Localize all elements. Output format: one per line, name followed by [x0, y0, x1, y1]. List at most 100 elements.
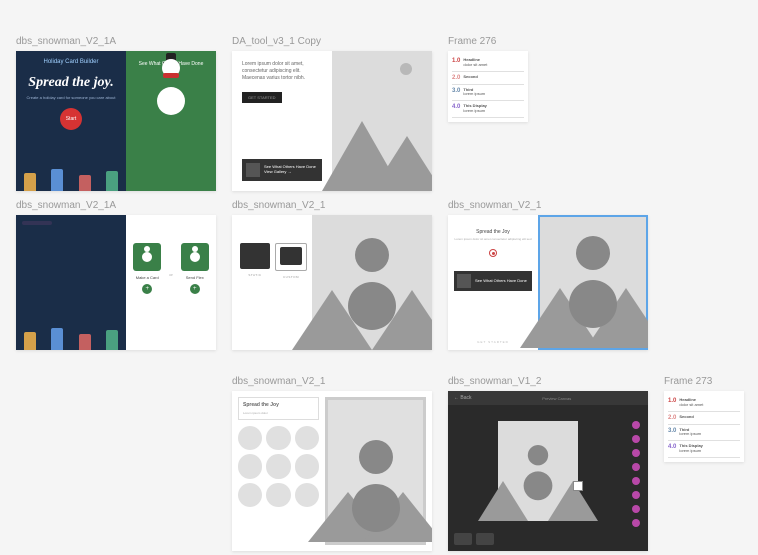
headline: Spread the Joy — [454, 229, 532, 235]
callout-text: See What Others Have Done View Gallery → — [264, 165, 316, 175]
frame-label: Frame 276 — [448, 36, 528, 47]
subtitle: Create a holiday card for someone you ca… — [24, 95, 118, 100]
avatar-placeholder — [295, 426, 319, 450]
frame-thumbnail[interactable]: Lorem ipsum dolor sit amet, consectetur … — [232, 51, 432, 191]
frame-276[interactable]: Frame 276 1.0 Headline dolor sit amet 2.… — [448, 36, 528, 122]
color-dot — [632, 505, 640, 513]
choice-label: Make a Card — [136, 275, 159, 280]
step-number: 1.0 — [668, 398, 676, 404]
back-button: ← Back — [454, 395, 472, 401]
frame-dbs-snowman-v2-1-b[interactable]: dbs_snowman_V2_1 Spread the Joy Lorem ip… — [448, 200, 648, 350]
card-right-panel: See What Others Have Done — [126, 51, 216, 191]
add-icon: + — [190, 284, 200, 294]
card-left-panel: Lorem ipsum dolor sit amet, consectetur … — [232, 51, 332, 191]
step-item: 2.0 Second — [668, 412, 740, 425]
color-dot — [632, 477, 640, 485]
topbar-title: Preview Canvas — [542, 396, 571, 401]
step-number: 3.0 — [668, 428, 676, 434]
frame-273[interactable]: Frame 273 1.0 Headline dolor sit amet 2.… — [664, 376, 744, 462]
figma-canvas[interactable]: dbs_snowman_V2_1A Holiday Card Builder S… — [0, 0, 758, 555]
frame-label: dbs_snowman_V2_1 — [232, 376, 432, 387]
or-divider: or — [169, 272, 173, 277]
color-dots — [632, 421, 640, 527]
step-number: 2.0 — [668, 415, 676, 421]
frame-dbs-snowman-v2-1a[interactable]: dbs_snowman_V2_1A Holiday Card Builder S… — [16, 36, 216, 191]
editor-topbar: ← Back Preview Canvas — [448, 391, 648, 405]
step-sub: lorem ipsum — [463, 92, 485, 97]
step-number: 4.0 — [452, 104, 460, 110]
lorem-text: Lorem ipsum dolor sit amet, consectetur … — [242, 61, 322, 82]
frame-thumbnail[interactable]: 1.0 Headline dolor sit amet 2.0 Second 3… — [448, 51, 528, 122]
frame-thumbnail[interactable]: 1.0 Headline dolor sit amet 2.0 Second 3… — [664, 391, 744, 462]
frame-dbs-snowman-v2-1-a[interactable]: dbs_snowman_V2_1 STATIC CUSTOM — [232, 200, 432, 350]
option-label: STATIC — [248, 273, 261, 277]
gallery-callout: See What Others Have Done View Gallery → — [242, 159, 322, 181]
houses-illustration — [16, 161, 126, 191]
avatar-placeholder — [266, 483, 290, 507]
card-left-panel — [16, 215, 126, 350]
avatar-grid — [238, 426, 319, 507]
choice-label: Send Flex — [186, 275, 204, 280]
step-sub: lorem ipsum — [679, 432, 701, 437]
step-item: 1.0 Headline dolor sit amet — [452, 55, 524, 72]
option-tile — [275, 243, 307, 271]
frame-label: dbs_snowman_V2_1 — [448, 200, 648, 211]
frame-label: Frame 273 — [664, 376, 744, 387]
color-dot — [632, 449, 640, 457]
frame-thumbnail[interactable]: Spread the Joy Lorem ipsum dolor sit ame… — [448, 215, 648, 350]
frame-thumbnail[interactable]: ← Back Preview Canvas — [448, 391, 648, 551]
placeholder-image — [312, 215, 432, 350]
frame-thumbnail[interactable]: Holiday Card Builder Spread the joy. Cre… — [16, 51, 216, 191]
radio-icon — [489, 249, 497, 257]
header-box: Spread the Joy Lorem ipsum dolor — [238, 397, 319, 420]
frame-dbs-snowman-v1-2[interactable]: dbs_snowman_V1_2 ← Back Preview Canvas — [448, 376, 648, 551]
placeholder-image-framed — [325, 397, 426, 545]
step-item: 3.0 Third lorem ipsum — [668, 425, 740, 442]
choice-make-card: Make a Card + — [133, 243, 161, 294]
color-dot — [632, 491, 640, 499]
step-item: 3.0 Third lorem ipsum — [452, 85, 524, 102]
card-right-panel: Make a Card + or Send Flex + — [126, 215, 216, 350]
header-sub: Lorem ipsum dolor — [243, 411, 314, 415]
sun-icon — [400, 63, 412, 75]
snowman-placeholder — [569, 274, 617, 328]
frame-thumbnail[interactable]: Spread the Joy Lorem ipsum dolor — [232, 391, 432, 551]
step-number: 2.0 — [452, 75, 460, 81]
banner-text: Holiday Card Builder — [24, 59, 118, 65]
frame-da-tool-v3-1-copy[interactable]: DA_tool_v3_1 Copy Lorem ipsum dolor sit … — [232, 36, 432, 191]
options-row: STATIC CUSTOM — [240, 243, 304, 279]
steps-list: 1.0 Headline dolor sit amet 2.0 Second 3… — [668, 395, 740, 458]
editor-canvas — [498, 421, 578, 521]
step-sub: lorem ipsum — [463, 109, 487, 114]
step-title: Second — [679, 415, 693, 420]
choice-tile — [181, 243, 209, 271]
frame-label: DA_tool_v3_1 Copy — [232, 36, 432, 47]
frame-thumbnail[interactable]: STATIC CUSTOM — [232, 215, 432, 350]
placeholder-image-selected[interactable] — [538, 215, 648, 350]
color-dot — [632, 435, 640, 443]
header-title: Spread the Joy — [243, 402, 314, 408]
frame-dbs-snowman-v2-1-c[interactable]: dbs_snowman_V2_1 Spread the Joy Lorem ip… — [232, 376, 432, 551]
frame-dbs-snowman-v2-1a-2[interactable]: dbs_snowman_V2_1A Make a Card + or — [16, 200, 216, 350]
avatar-placeholder — [238, 483, 262, 507]
frame-label: dbs_snowman_V1_2 — [448, 376, 648, 387]
headline: Spread the joy. — [24, 75, 118, 91]
step-number: 1.0 — [452, 58, 460, 64]
callout-title: See What Others Have Done — [475, 279, 527, 284]
avatar-placeholder — [238, 454, 262, 478]
frame-thumbnail[interactable]: Make a Card + or Send Flex + — [16, 215, 216, 350]
color-dot — [632, 421, 640, 429]
step-item: 2.0 Second — [452, 72, 524, 85]
choice-row: Make a Card + or Send Flex + — [133, 243, 209, 294]
snowman-placeholder — [348, 276, 396, 330]
step-title: Second — [463, 75, 477, 80]
step-item: 4.0 This Display lorem ipsum — [668, 441, 740, 458]
step-sub: lorem ipsum — [679, 449, 703, 454]
card-left-panel: Holiday Card Builder Spread the joy. Cre… — [16, 51, 126, 191]
frame-label: dbs_snowman_V2_1A — [16, 200, 216, 211]
choice-tile — [133, 243, 161, 271]
frame-label: dbs_snowman_V2_1 — [232, 200, 432, 211]
add-icon: + — [142, 284, 152, 294]
color-dot — [632, 519, 640, 527]
callout-sub: View Gallery → — [264, 170, 316, 175]
